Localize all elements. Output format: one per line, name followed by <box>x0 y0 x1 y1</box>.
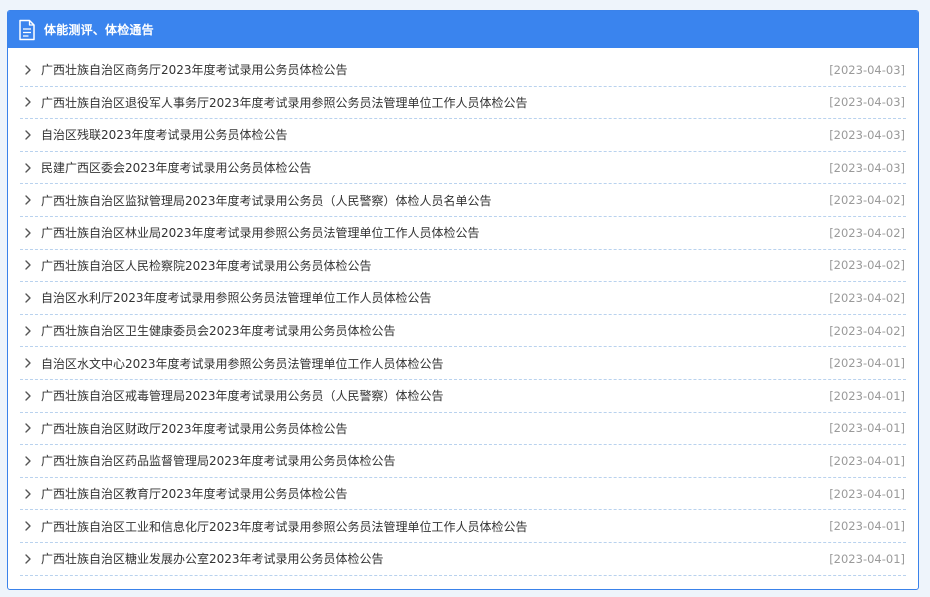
list-item[interactable]: 广西壮族自治区药品监督管理局2023年度考试录用公务员体检公告 [2023-04-… <box>20 445 906 478</box>
notice-list: 广西壮族自治区商务厅2023年度考试录用公务员体检公告 [2023-04-03] 广… <box>8 48 918 576</box>
notice-title-link[interactable]: 广西壮族自治区退役军人事务厅2023年度考试录用参照公务员法管理单位工作人员体检… <box>41 94 829 111</box>
list-item[interactable]: 广西壮族自治区监狱管理局2023年度考试录用公务员（人民警察）体检人员名单公告[… <box>20 184 906 217</box>
notice-title-link[interactable]: 广西壮族自治区财政厅2023年度考试录用公务员体检公告 <box>41 420 829 437</box>
list-item[interactable]: 广西壮族自治区戒毒管理局2023年度考试录用公务员（人民警察）体检公告 [2023… <box>20 380 906 413</box>
chevron-right-icon <box>22 292 34 304</box>
notice-title-link[interactable]: 自治区残联2023年度考试录用公务员体检公告 <box>41 126 829 143</box>
list-item[interactable]: 自治区残联2023年度考试录用公务员体检公告 [2023-04-03] <box>20 119 906 152</box>
chevron-right-icon <box>22 455 34 467</box>
list-item[interactable]: 广西壮族自治区工业和信息化厅2023年度考试录用参照公务员法管理单位工作人员体检… <box>20 510 906 543</box>
notice-title-link[interactable]: 广西壮族自治区药品监督管理局2023年度考试录用公务员体检公告 <box>41 452 829 469</box>
notice-title-link[interactable]: 广西壮族自治区商务厅2023年度考试录用公务员体检公告 <box>41 61 829 78</box>
notice-date: [2023-04-02] <box>829 323 905 338</box>
panel-header: 体能测评、体检通告 <box>8 11 918 48</box>
announcement-panel: 体能测评、体检通告 广西壮族自治区商务厅2023年度考试录用公务员体检公告 [20… <box>7 10 919 590</box>
notice-date: [2023-04-02] <box>829 193 905 208</box>
list-item[interactable]: 自治区水文中心2023年度考试录用参照公务员法管理单位工作人员体检公告 [2023… <box>20 347 906 380</box>
chevron-right-icon <box>22 553 34 565</box>
notice-date: [2023-04-03] <box>829 62 905 77</box>
notice-date: [2023-04-01] <box>829 519 905 534</box>
list-item[interactable]: 广西壮族自治区糖业发展办公室2023年考试录用公务员体检公告 [2023-04-0… <box>20 543 906 576</box>
chevron-right-icon <box>22 520 34 532</box>
chevron-right-icon <box>22 259 34 271</box>
notice-date: [2023-04-02] <box>829 225 905 240</box>
chevron-right-icon <box>22 194 34 206</box>
chevron-right-icon <box>22 422 34 434</box>
notice-title-link[interactable]: 广西壮族自治区教育厅2023年度考试录用公务员体检公告 <box>41 485 829 502</box>
list-item[interactable]: 广西壮族自治区退役军人事务厅2023年度考试录用参照公务员法管理单位工作人员体检… <box>20 87 906 120</box>
notice-date: [2023-04-01] <box>829 486 905 501</box>
chevron-right-icon <box>22 129 34 141</box>
notice-date: [2023-04-01] <box>829 356 905 371</box>
notice-date: [2023-04-01] <box>829 421 905 436</box>
chevron-right-icon <box>22 357 34 369</box>
notice-title-link[interactable]: 民建广西区委会2023年度考试录用公务员体检公告 <box>41 159 829 176</box>
chevron-right-icon <box>22 96 34 108</box>
list-item[interactable]: 广西壮族自治区人民检察院2023年度考试录用公务员体检公告 [2023-04-02… <box>20 250 906 283</box>
notice-date: [2023-04-01] <box>829 551 905 566</box>
list-item[interactable]: 民建广西区委会2023年度考试录用公务员体检公告 [2023-04-03] <box>20 152 906 185</box>
list-item[interactable]: 自治区水利厅2023年度考试录用参照公务员法管理单位工作人员体检公告 [2023-… <box>20 282 906 315</box>
notice-date: [2023-04-01] <box>829 453 905 468</box>
chevron-right-icon <box>22 390 34 402</box>
notice-title-link[interactable]: 自治区水利厅2023年度考试录用参照公务员法管理单位工作人员体检公告 <box>41 289 829 306</box>
notice-date: [2023-04-03] <box>829 160 905 175</box>
notice-title-link[interactable]: 广西壮族自治区工业和信息化厅2023年度考试录用参照公务员法管理单位工作人员体检… <box>41 518 829 535</box>
list-item[interactable]: 广西壮族自治区商务厅2023年度考试录用公务员体检公告 [2023-04-03] <box>20 54 906 87</box>
notice-title-link[interactable]: 广西壮族自治区监狱管理局2023年度考试录用公务员（人民警察）体检人员名单公告 <box>41 192 829 209</box>
list-item[interactable]: 广西壮族自治区卫生健康委员会2023年度考试录用公务员体检公告 [2023-04-… <box>20 315 906 348</box>
notice-title-link[interactable]: 自治区水文中心2023年度考试录用参照公务员法管理单位工作人员体检公告 <box>41 355 829 372</box>
notice-date: [2023-04-02] <box>829 258 905 273</box>
list-item[interactable]: 广西壮族自治区林业局2023年度考试录用参照公务员法管理单位工作人员体检公告 [2… <box>20 217 906 250</box>
notice-title-link[interactable]: 广西壮族自治区林业局2023年度考试录用参照公务员法管理单位工作人员体检公告 <box>41 224 829 241</box>
panel-title: 体能测评、体检通告 <box>44 23 154 37</box>
notice-title-link[interactable]: 广西壮族自治区糖业发展办公室2023年考试录用公务员体检公告 <box>41 550 829 567</box>
notice-title-link[interactable]: 广西壮族自治区卫生健康委员会2023年度考试录用公务员体检公告 <box>41 322 829 339</box>
list-item[interactable]: 广西壮族自治区教育厅2023年度考试录用公务员体检公告 [2023-04-01] <box>20 478 906 511</box>
document-icon <box>18 19 36 41</box>
notice-title-link[interactable]: 广西壮族自治区戒毒管理局2023年度考试录用公务员（人民警察）体检公告 <box>41 387 829 404</box>
chevron-right-icon <box>22 162 34 174</box>
list-item[interactable]: 广西壮族自治区财政厅2023年度考试录用公务员体检公告 [2023-04-01] <box>20 413 906 446</box>
chevron-right-icon <box>22 64 34 76</box>
notice-date: [2023-04-03] <box>829 95 905 110</box>
notice-date: [2023-04-03] <box>829 127 905 142</box>
chevron-right-icon <box>22 325 34 337</box>
notice-date: [2023-04-02] <box>829 290 905 305</box>
notice-title-link[interactable]: 广西壮族自治区人民检察院2023年度考试录用公务员体检公告 <box>41 257 829 274</box>
chevron-right-icon <box>22 227 34 239</box>
notice-date: [2023-04-01] <box>829 388 905 403</box>
chevron-right-icon <box>22 488 34 500</box>
